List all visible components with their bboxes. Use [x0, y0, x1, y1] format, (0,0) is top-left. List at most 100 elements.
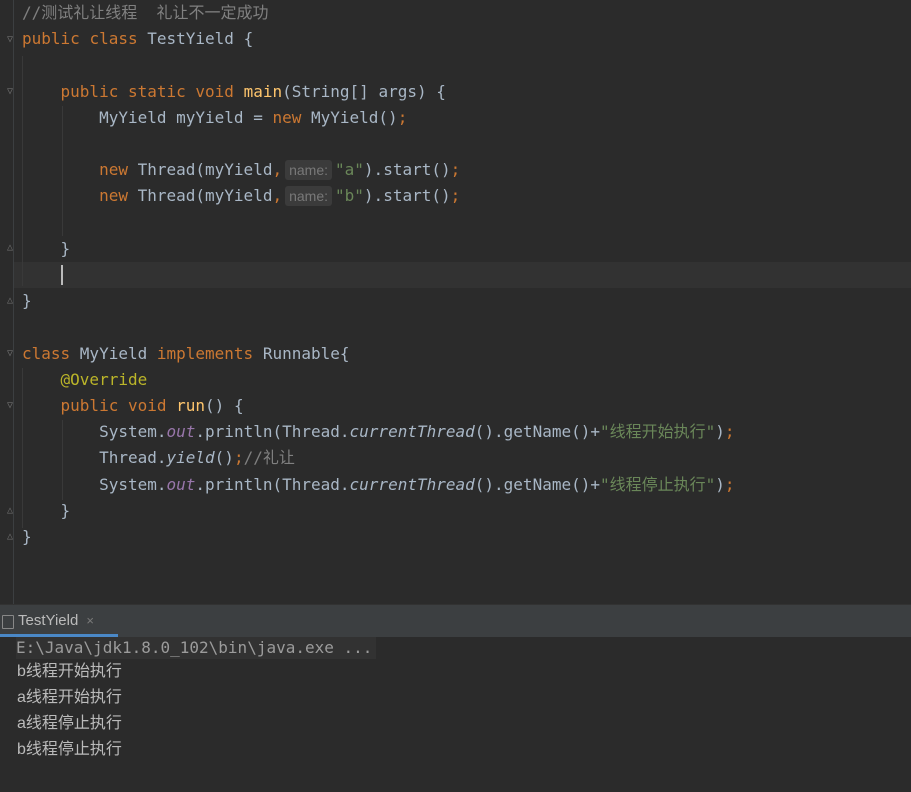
code-line[interactable]: new Thread(myYield, name: "b").start(); — [22, 183, 460, 209]
code-token: public — [60, 81, 128, 101]
code-token: MyYield() — [310, 107, 398, 127]
code-token: Thread. — [22, 448, 167, 468]
code-token: new — [99, 160, 138, 180]
code-token: void — [127, 396, 177, 415]
fold-icon[interactable]: △ — [7, 532, 17, 542]
code-token: public — [60, 396, 128, 415]
parameter-hint: name: — [285, 160, 333, 181]
code-token: run — [176, 396, 206, 415]
code-token: Thread(myYield — [137, 186, 273, 206]
code-token: ; — [397, 107, 408, 127]
code-line[interactable]: class MyYield implements Runnable{ — [22, 341, 350, 367]
fold-icon[interactable]: △ — [7, 506, 17, 516]
current-line-highlight — [14, 262, 911, 288]
code-token: "线程开始执行" — [600, 422, 716, 442]
code-token: void — [195, 81, 244, 101]
code-token: static — [127, 81, 196, 101]
code-line[interactable]: public void run() { — [22, 393, 244, 419]
code-token: } — [22, 527, 32, 546]
code-token: ) — [715, 474, 725, 494]
code-token: } — [22, 238, 71, 258]
code-token: public — [22, 29, 90, 49]
code-token: Runnable{ — [262, 343, 350, 363]
code-line[interactable]: } — [22, 524, 32, 550]
code-token: System. — [22, 474, 167, 494]
code-token: "b" — [335, 186, 364, 206]
code-token: System. — [22, 422, 167, 442]
fold-icon[interactable]: ▽ — [7, 35, 17, 45]
fold-icon[interactable]: ▽ — [7, 401, 17, 411]
fold-icon[interactable]: ▽ — [7, 87, 17, 97]
code-token: ().getName()+ — [474, 422, 600, 442]
run-config-icon — [2, 615, 14, 629]
code-line[interactable]: public class TestYield { — [22, 26, 253, 52]
code-token: class — [89, 29, 148, 49]
code-line[interactable]: } — [22, 498, 71, 524]
code-line[interactable]: } — [22, 236, 71, 262]
code-line[interactable]: Thread.yield();//礼让 — [22, 445, 295, 471]
code-token: () { — [205, 396, 244, 415]
code-token: Thread(myYield — [137, 160, 273, 180]
code-token: ; — [233, 448, 244, 468]
code-token: } — [22, 500, 71, 520]
code-token: "a" — [335, 160, 364, 180]
code-token: MyYield — [79, 343, 157, 363]
code-token: new — [99, 186, 138, 206]
fold-icon[interactable]: ▽ — [7, 349, 17, 359]
code-token: implements — [156, 343, 263, 363]
code-token: ; — [724, 422, 735, 442]
code-token: main — [243, 81, 283, 101]
code-token: ; — [724, 474, 735, 494]
code-line[interactable]: //测试礼让线程 礼让不一定成功 — [22, 0, 269, 26]
code-token: , — [272, 186, 283, 206]
code-line[interactable]: } — [22, 288, 32, 314]
code-token: yield — [166, 448, 215, 468]
code-token: ().getName()+ — [474, 474, 600, 494]
text-caret — [61, 265, 63, 285]
close-icon[interactable]: × — [86, 613, 94, 628]
run-tool-window-header: TestYield × — [0, 604, 911, 637]
code-token: currentThread — [349, 474, 475, 494]
code-token: ).start() — [363, 160, 451, 180]
code-line[interactable]: System.out.println(Thread.currentThread(… — [22, 419, 735, 445]
code-token: class — [22, 343, 80, 363]
code-token: .println(Thread. — [195, 474, 350, 494]
fold-icon[interactable]: △ — [7, 243, 17, 253]
code-token: () — [214, 448, 234, 468]
code-token: currentThread — [349, 422, 475, 442]
fold-icon[interactable]: △ — [7, 296, 17, 306]
console-output-line: a线程停止执行 — [17, 715, 122, 732]
code-token: (String[] args) { — [282, 81, 446, 101]
code-token: new — [272, 107, 311, 127]
code-line[interactable]: @Override — [22, 367, 148, 393]
code-line[interactable]: MyYield myYield = new MyYield(); — [22, 105, 407, 131]
code-token: ; — [450, 186, 461, 206]
console-command-line: E:\Java\jdk1.8.0_102\bin\java.exe ... — [16, 637, 377, 659]
code-token: } — [22, 291, 32, 311]
code-token: TestYield { — [147, 29, 254, 49]
run-tab[interactable]: TestYield × — [0, 605, 118, 637]
code-editor[interactable]: ▽ ▽ △ △ ▽ ▽ △ △ //测试礼让线程 礼让不一定成功 public c… — [0, 0, 911, 604]
run-tab-label: TestYield — [18, 612, 79, 629]
code-line[interactable]: System.out.println(Thread.currentThread(… — [22, 472, 735, 498]
code-token: @Override — [60, 369, 148, 389]
code-token: //礼让 — [243, 448, 295, 468]
console-output[interactable]: E:\Java\jdk1.8.0_102\bin\java.exe ... b线… — [0, 637, 911, 792]
code-token: //测试礼让线程 礼让不一定成功 — [22, 3, 269, 22]
code-token: ) — [715, 422, 725, 442]
parameter-hint: name: — [285, 186, 333, 207]
code-token: ).start() — [363, 186, 451, 206]
code-token: out — [166, 422, 196, 442]
code-token: ; — [450, 160, 461, 180]
code-token: , — [272, 160, 283, 180]
code-token: .println(Thread. — [195, 422, 350, 442]
code-line[interactable]: new Thread(myYield, name: "a").start(); — [22, 157, 460, 183]
code-token: out — [166, 474, 196, 494]
console-output-line: b线程停止执行 — [17, 741, 122, 758]
code-line[interactable]: public static void main(String[] args) { — [22, 79, 446, 105]
